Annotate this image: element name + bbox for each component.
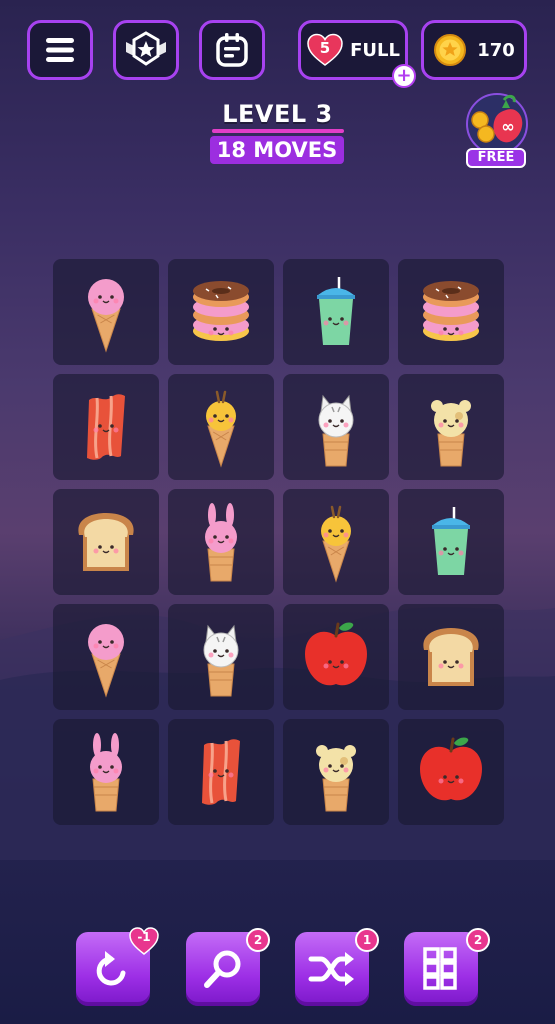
tile-boba-drink[interactable] (283, 259, 389, 365)
rank-button[interactable] (113, 20, 179, 80)
add-lives-button[interactable]: + (392, 64, 416, 88)
tile-donut-stack[interactable] (168, 259, 274, 365)
tile-bacon[interactable] (53, 374, 159, 480)
bunny-ice-cream-icon (90, 733, 122, 812)
cat-ice-cream-icon (203, 624, 239, 697)
magnifier-icon (204, 950, 241, 988)
lives-count: 5 (320, 39, 330, 57)
shuffle-badge: 1 (355, 928, 379, 952)
tile-toast[interactable] (398, 604, 504, 710)
tile-yellow-ice-cream[interactable] (283, 489, 389, 595)
tile-bacon[interactable] (168, 719, 274, 825)
grid-badge: 2 (466, 928, 490, 952)
boba-drink-icon (432, 507, 470, 575)
heart-icon: 5 (307, 33, 343, 66)
moves-counter: 18 MOVES (210, 136, 344, 164)
grid-icon (423, 947, 457, 990)
bear-ice-cream-icon (316, 745, 356, 812)
tile-bear-ice-cream[interactable] (283, 719, 389, 825)
free-label: FREE (466, 148, 526, 168)
toast-icon (423, 628, 479, 686)
undo-button[interactable]: -1 (76, 927, 159, 1006)
pink-ice-cream-icon (88, 624, 124, 698)
shuffle-icon (308, 952, 354, 986)
cat-ice-cream-icon (318, 394, 354, 467)
grid-button[interactable]: 2 (404, 928, 490, 1006)
tile-cat-ice-cream[interactable] (168, 604, 274, 710)
coins-display[interactable]: 170 (421, 20, 527, 80)
tile-apple[interactable] (398, 719, 504, 825)
apple-icon (305, 622, 367, 686)
toast-icon (78, 513, 134, 571)
yellow-ice-cream-icon (206, 390, 236, 468)
tile-bunny-ice-cream[interactable] (168, 489, 274, 595)
undo-heart-badge: -1 (128, 926, 160, 956)
level-underline (212, 129, 344, 133)
undo-badge-text: -1 (137, 930, 151, 944)
tile-donut-stack[interactable] (398, 259, 504, 365)
menu-button[interactable] (27, 20, 93, 80)
tile-pink-ice-cream[interactable] (53, 259, 159, 365)
tile-bunny-ice-cream[interactable] (53, 719, 159, 825)
donut-stack-icon (423, 281, 479, 341)
apple-icon (420, 737, 482, 801)
bacon-icon (87, 394, 125, 460)
tile-yellow-ice-cream[interactable] (168, 374, 274, 480)
pink-ice-cream-icon (88, 279, 124, 353)
menu-icon (46, 38, 74, 62)
bacon-icon (202, 739, 240, 805)
donut-stack-icon (193, 281, 249, 341)
tile-toast[interactable] (53, 489, 159, 595)
bunny-ice-cream-icon (205, 503, 237, 582)
calendar-icon (216, 33, 248, 67)
free-offer-button[interactable]: ∞ FREE (462, 90, 532, 172)
bear-ice-cream-icon (431, 400, 471, 467)
coins-count: 170 (477, 39, 515, 61)
calendar-button[interactable] (199, 20, 265, 80)
tile-cat-ice-cream[interactable] (283, 374, 389, 480)
lives-status: FULL (350, 39, 400, 61)
yellow-ice-cream-icon (321, 505, 351, 583)
shuffle-button[interactable]: 1 (295, 928, 379, 1006)
tile-boba-drink[interactable] (398, 489, 504, 595)
svg-text:∞: ∞ (501, 117, 514, 136)
magnifier-button[interactable]: 2 (186, 928, 270, 1006)
lives-display[interactable]: 5 FULL (298, 20, 408, 80)
tile-apple[interactable] (283, 604, 389, 710)
strawberry-coins-icon: ∞ (466, 93, 528, 155)
magnifier-badge: 2 (246, 928, 270, 952)
rank-badge-icon (126, 31, 166, 66)
coin-icon (434, 34, 467, 66)
tile-bear-ice-cream[interactable] (398, 374, 504, 480)
boba-drink-icon (317, 277, 355, 345)
tile-pink-ice-cream[interactable] (53, 604, 159, 710)
